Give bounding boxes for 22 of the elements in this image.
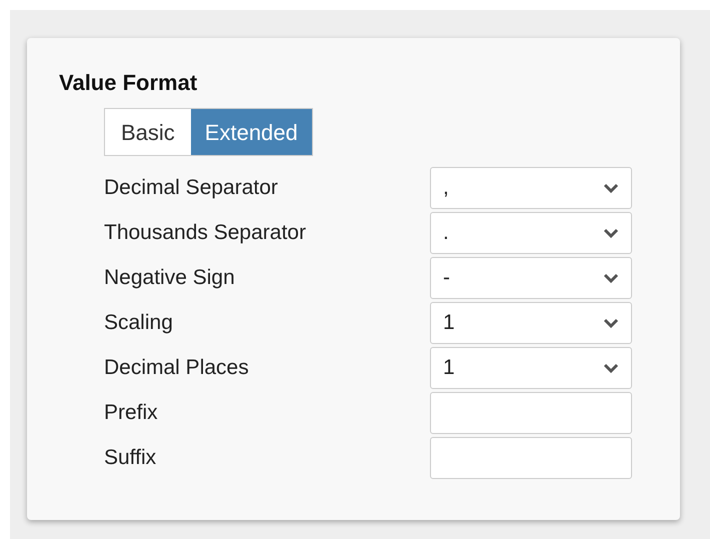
panel-title: Value Format	[59, 69, 198, 97]
field-label: Thousands Separator	[104, 220, 306, 246]
format-tab[interactable]: Extended	[190, 109, 312, 155]
dropdown[interactable]: .	[430, 212, 632, 254]
field-label: Prefix	[104, 400, 158, 426]
dropdown[interactable]: ,	[430, 167, 632, 209]
field-label: Decimal Places	[104, 355, 249, 382]
chevron-down-icon	[603, 227, 619, 239]
input-field[interactable]	[430, 392, 632, 434]
dropdown[interactable]: 1	[430, 347, 632, 389]
field-label: Scaling	[104, 310, 173, 336]
dropdown[interactable]: -	[430, 257, 632, 299]
field-label: Decimal Separator	[104, 175, 278, 202]
chevron-down-icon	[603, 272, 619, 284]
chevron-down-icon	[603, 317, 619, 329]
format-tab[interactable]: Basic	[105, 109, 191, 155]
field-label: Negative Sign	[104, 265, 235, 292]
input-field[interactable]	[430, 437, 632, 479]
chevron-down-icon	[603, 362, 619, 374]
chevron-down-icon	[603, 182, 619, 194]
field-label: Suffix	[104, 445, 156, 472]
dropdown[interactable]: 1	[430, 302, 632, 344]
